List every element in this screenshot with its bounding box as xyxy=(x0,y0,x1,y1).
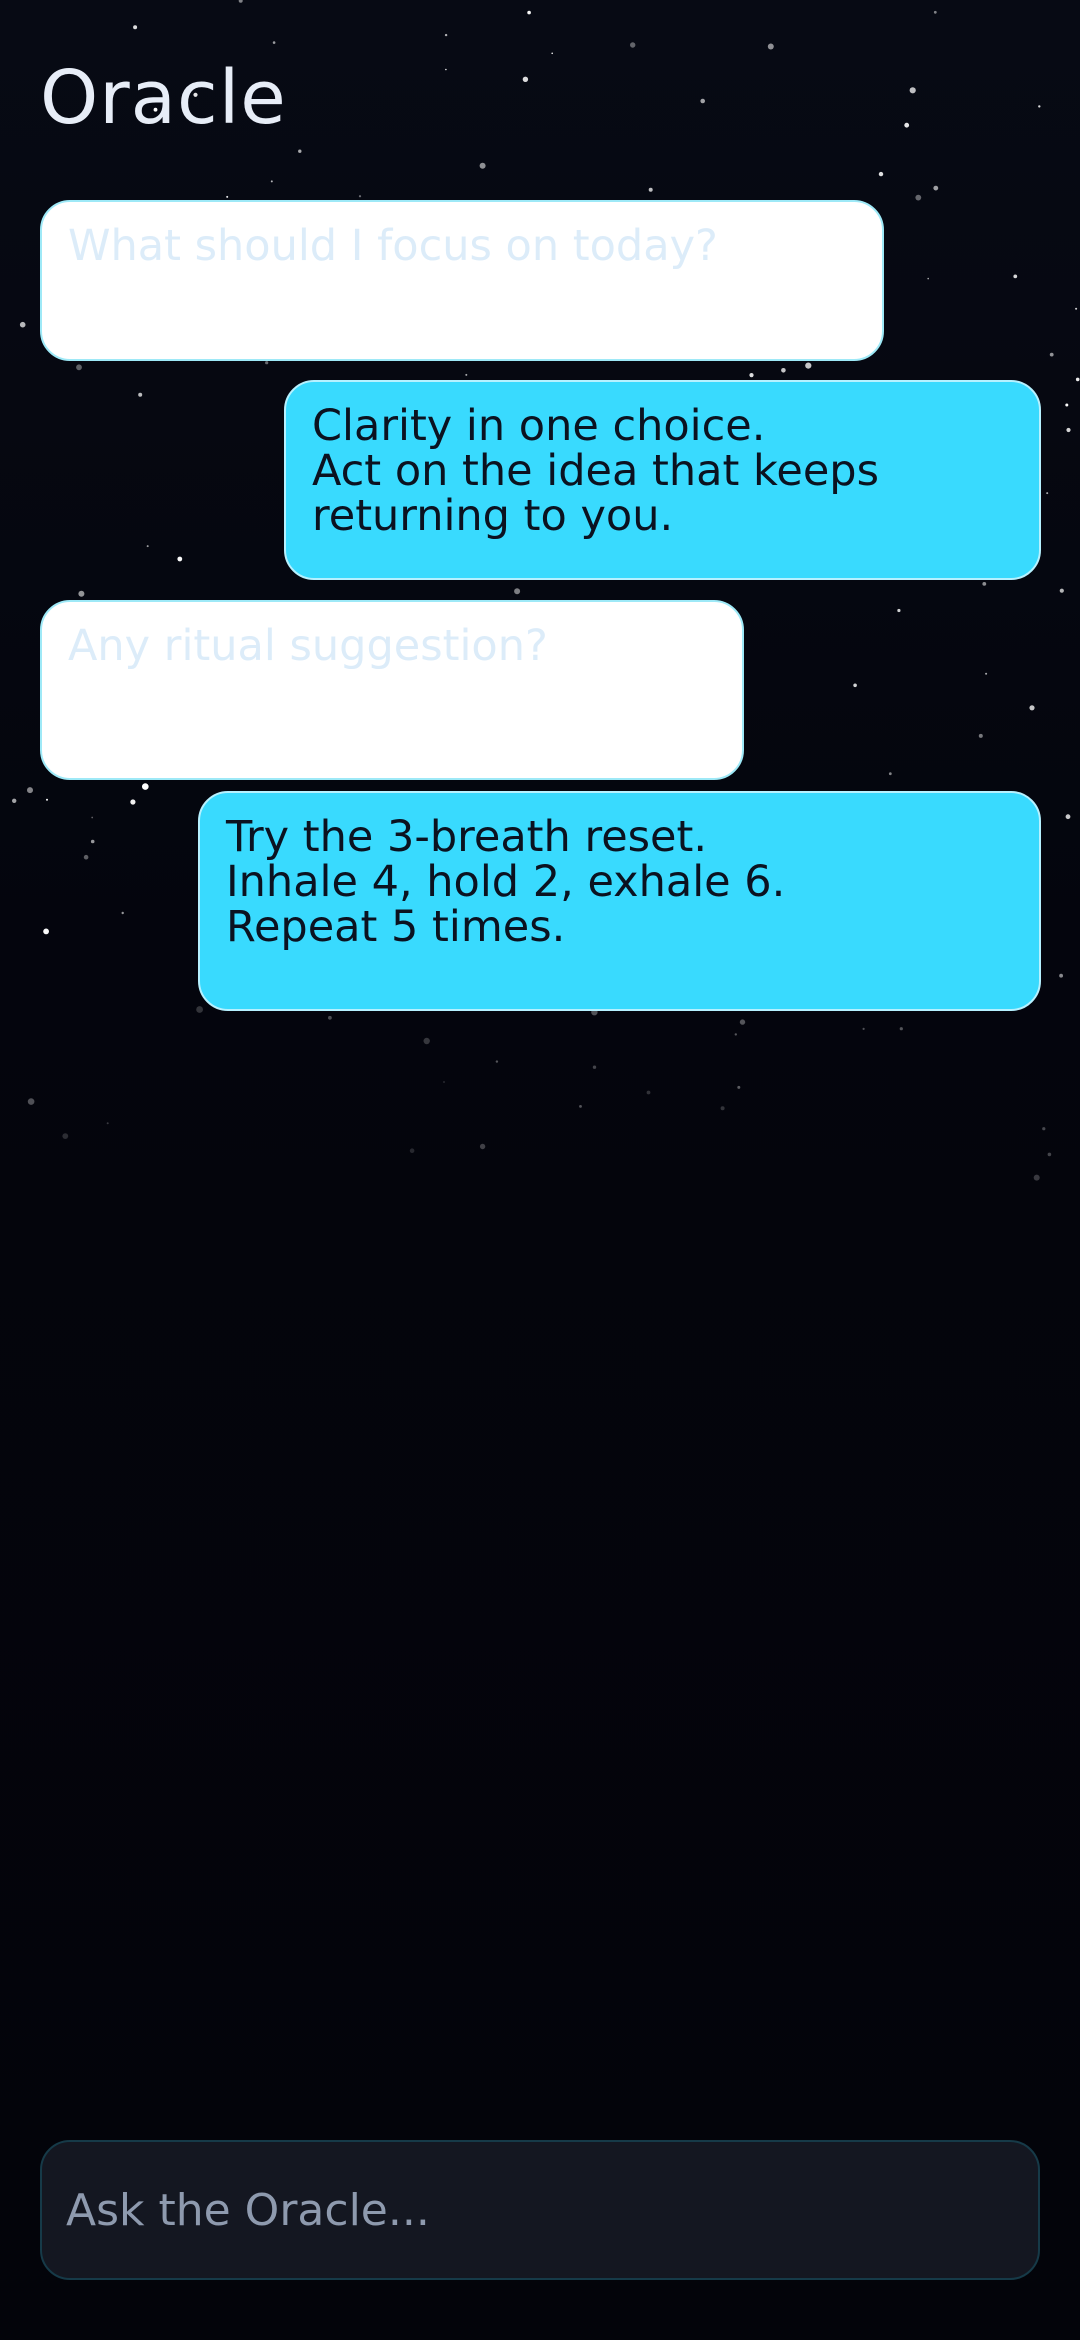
star xyxy=(888,772,892,776)
star xyxy=(465,373,468,376)
star xyxy=(853,683,857,688)
star xyxy=(12,798,17,803)
star xyxy=(985,672,988,675)
star xyxy=(1049,352,1054,357)
star xyxy=(479,1143,486,1150)
star xyxy=(146,545,149,548)
star xyxy=(749,373,754,378)
star xyxy=(734,1033,737,1036)
star xyxy=(862,1027,865,1030)
star xyxy=(106,1122,109,1125)
star xyxy=(646,1090,651,1095)
star xyxy=(238,0,243,3)
star xyxy=(138,392,143,397)
star xyxy=(739,1019,746,1025)
star xyxy=(781,368,786,373)
oracle-screen: Oracle What should I focus on today? Cla… xyxy=(0,0,1080,2340)
star xyxy=(76,364,82,371)
star xyxy=(767,43,774,50)
star xyxy=(46,798,48,801)
star xyxy=(1075,377,1080,382)
star xyxy=(445,68,447,71)
star xyxy=(83,854,89,860)
star xyxy=(78,590,85,597)
star xyxy=(142,783,149,790)
star xyxy=(978,733,983,738)
star xyxy=(1059,973,1063,978)
user-message: Any ritual suggestion? xyxy=(40,600,744,780)
star xyxy=(630,42,636,48)
star xyxy=(495,1060,499,1063)
star xyxy=(1047,1152,1052,1157)
star xyxy=(927,277,929,280)
star xyxy=(805,362,812,369)
star xyxy=(1013,274,1018,279)
star xyxy=(527,10,531,15)
star xyxy=(423,1037,430,1045)
star xyxy=(1038,105,1041,108)
star xyxy=(27,787,33,794)
star xyxy=(909,87,916,94)
star xyxy=(90,839,95,844)
star xyxy=(19,321,26,328)
star xyxy=(1059,588,1064,593)
star xyxy=(592,1065,597,1069)
star xyxy=(899,1027,903,1031)
app-title: Oracle xyxy=(40,55,287,141)
star xyxy=(43,928,49,935)
star xyxy=(933,185,939,191)
star xyxy=(133,25,138,30)
star xyxy=(270,180,273,183)
star xyxy=(1065,403,1069,407)
star xyxy=(443,1081,445,1083)
star xyxy=(358,195,362,198)
star xyxy=(1066,427,1071,433)
star xyxy=(130,799,136,805)
star xyxy=(514,588,521,595)
ask-input[interactable] xyxy=(42,2142,1038,2278)
star xyxy=(272,41,276,44)
star xyxy=(27,1098,35,1105)
star xyxy=(62,1133,69,1139)
star xyxy=(1065,814,1071,820)
star xyxy=(177,556,183,562)
star xyxy=(737,1085,741,1089)
star xyxy=(1046,492,1049,495)
oracle-message: Try the 3-breath reset. Inhale 4, hold 2… xyxy=(198,791,1041,1011)
user-message: What should I focus on today? xyxy=(40,200,884,361)
star xyxy=(328,1015,332,1020)
star xyxy=(479,162,486,169)
star xyxy=(551,52,553,55)
star xyxy=(196,1006,204,1013)
star xyxy=(1075,307,1078,310)
star xyxy=(915,194,922,201)
star xyxy=(1042,1127,1046,1131)
star xyxy=(522,76,529,83)
star xyxy=(265,361,269,365)
star xyxy=(1033,1174,1040,1181)
star xyxy=(409,1148,415,1153)
star xyxy=(444,33,448,37)
composer xyxy=(40,2140,1040,2280)
star xyxy=(700,98,705,104)
star xyxy=(878,171,884,177)
star xyxy=(720,1106,725,1111)
star xyxy=(897,608,901,613)
star xyxy=(226,195,229,198)
star xyxy=(579,1105,582,1108)
oracle-message: Clarity in one choice. Act on the idea t… xyxy=(284,380,1041,580)
star xyxy=(982,582,987,586)
star xyxy=(121,911,124,915)
star xyxy=(933,10,937,14)
star xyxy=(904,122,910,128)
star xyxy=(91,816,94,819)
star xyxy=(648,187,653,192)
star xyxy=(298,149,302,153)
star xyxy=(1029,705,1035,711)
